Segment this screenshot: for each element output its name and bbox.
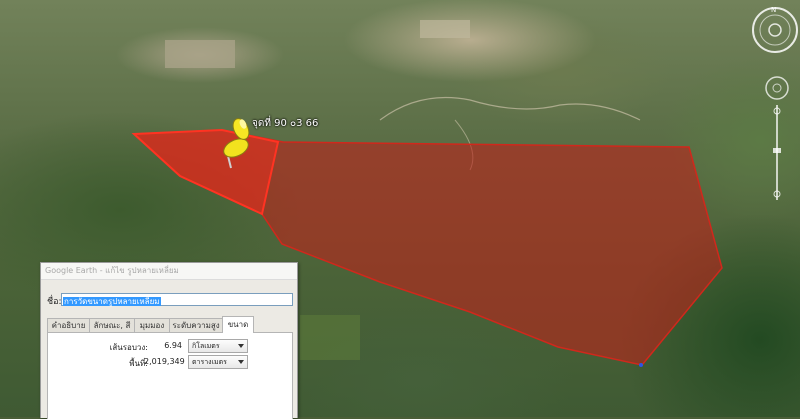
perimeter-unit-value: กิโลเมตร (192, 342, 220, 350)
tab-view[interactable]: มุมมอง (134, 318, 170, 332)
area-unit-select[interactable]: ตารางเมตร (188, 355, 248, 369)
tab-style-color[interactable]: ลักษณะ, สี (89, 318, 135, 332)
vertex-marker[interactable] (639, 363, 643, 367)
field-area (300, 315, 360, 360)
perimeter-row: เส้นรอบวง: 6.94 กิโลเมตร (48, 339, 292, 353)
look-joystick-icon[interactable] (768, 23, 782, 37)
clearing-area (165, 40, 235, 68)
measurements-panel: เส้นรอบวง: 6.94 กิโลเมตร พื้นที่: 2,019,… (47, 332, 293, 419)
move-joystick-icon[interactable] (765, 76, 789, 100)
dropdown-arrow-icon (238, 344, 244, 348)
area-unit-value: ตารางเมตร (192, 358, 227, 366)
svg-text:N: N (771, 6, 776, 14)
navigation-controls: N (752, 6, 798, 200)
area-value: 2,019,349 (144, 357, 185, 366)
perimeter-label: เส้นรอบวง: (109, 343, 148, 352)
tab-altitude[interactable]: ระดับความสูง (169, 318, 223, 332)
perimeter-unit-select[interactable]: กิโลเมตร (188, 339, 248, 353)
name-input-value: การวัดขนาดรูปหลายเหลี่ยม (63, 297, 161, 306)
dialog-title: Google Earth - แก้ไข รูปหลายเหลี่ยม (41, 263, 297, 280)
dropdown-arrow-icon (238, 360, 244, 364)
tab-measurements[interactable]: ขนาด (222, 316, 254, 333)
clearing-area (420, 20, 470, 38)
name-input[interactable]: การวัดขนาดรูปหลายเหลี่ยม (61, 293, 293, 306)
pushpin-label: จุดที่ 90 ๐3 66 (252, 118, 319, 129)
name-label: ชื่อ: (47, 297, 62, 307)
area-row: พื้นที่: 2,019,349 ตารางเมตร (48, 355, 292, 369)
tab-description[interactable]: คำอธิบาย (47, 318, 90, 332)
edit-polygon-dialog: Google Earth - แก้ไข รูปหลายเหลี่ยม ชื่อ… (40, 262, 298, 419)
road-line (379, 97, 641, 121)
perimeter-value: 6.94 (164, 341, 182, 350)
polygon-highlight (131, 128, 280, 216)
